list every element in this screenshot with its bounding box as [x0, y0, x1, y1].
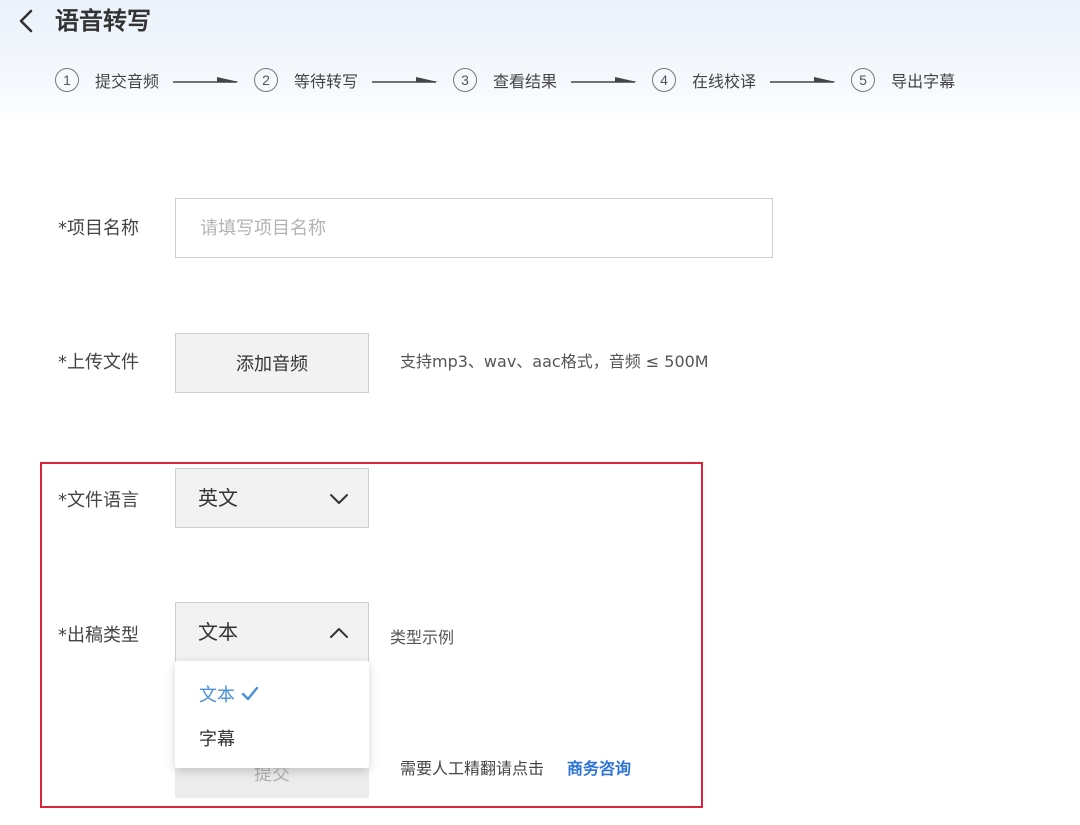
step-online-proofread: 4 在线校译	[652, 68, 756, 92]
step-submit-audio: 1 提交音频	[55, 68, 159, 92]
dropdown-option-subtitle[interactable]: 字幕	[199, 725, 235, 751]
type-example-link[interactable]: 类型示例	[390, 624, 454, 648]
business-consult-link[interactable]: 商务咨询	[567, 758, 631, 780]
upload-file-label: *上传文件	[58, 352, 139, 373]
step-label: 在线校译	[692, 72, 757, 91]
arrow-right-icon	[770, 77, 837, 83]
step-label: 提交音频	[95, 72, 160, 91]
step-label: 导出字幕	[891, 72, 956, 91]
step-label: 等待转写	[294, 72, 359, 91]
project-name-input[interactable]	[175, 198, 773, 258]
option-label: 文本	[199, 685, 235, 706]
language-select[interactable]: 英文	[175, 468, 369, 528]
output-type-select-value: 文本	[198, 620, 238, 644]
progress-steps: 1 提交音频 2 等待转写 3 查看结果 4 在线校译 5 导出字幕	[55, 66, 955, 94]
step-view-results: 3 查看结果	[453, 68, 557, 92]
add-audio-button[interactable]: 添加音频	[175, 333, 369, 393]
chevron-up-icon	[330, 628, 348, 638]
step-number: 2	[254, 68, 279, 92]
arrow-right-icon	[173, 77, 240, 83]
arrow-right-icon	[372, 77, 439, 83]
back-arrow-icon[interactable]	[14, 6, 40, 36]
step-number: 5	[851, 68, 876, 92]
dropdown-option-text[interactable]: 文本	[199, 681, 259, 707]
project-name-label: *项目名称	[58, 218, 139, 239]
output-type-label: *出稿类型	[58, 625, 139, 646]
page-title: 语音转写	[55, 7, 151, 35]
step-label: 查看结果	[493, 72, 558, 91]
step-number: 1	[55, 68, 79, 92]
upload-format-hint: 支持mp3、wav、aac格式，音频 ≤ 500M	[400, 352, 709, 371]
arrow-right-icon	[571, 77, 638, 83]
option-label: 字幕	[199, 729, 235, 750]
output-type-select[interactable]: 文本	[175, 602, 369, 662]
step-wait-transcribe: 2 等待转写	[254, 68, 358, 92]
chevron-down-icon	[330, 494, 348, 504]
step-number: 4	[652, 68, 677, 92]
check-icon	[241, 686, 259, 701]
output-type-dropdown: 文本 字幕	[175, 661, 369, 768]
highlight-frame	[40, 462, 703, 808]
step-number: 3	[453, 68, 478, 92]
language-select-value: 英文	[198, 486, 238, 510]
manual-translation-text: 需要人工精翻请点击	[400, 759, 545, 778]
step-export-subtitles: 5 导出字幕	[851, 68, 955, 92]
file-language-label: *文件语言	[58, 490, 139, 511]
page-header: 语音转写 1 提交音频 2 等待转写 3 查看结果 4 在线校译 5 导出字幕	[0, 0, 1080, 125]
